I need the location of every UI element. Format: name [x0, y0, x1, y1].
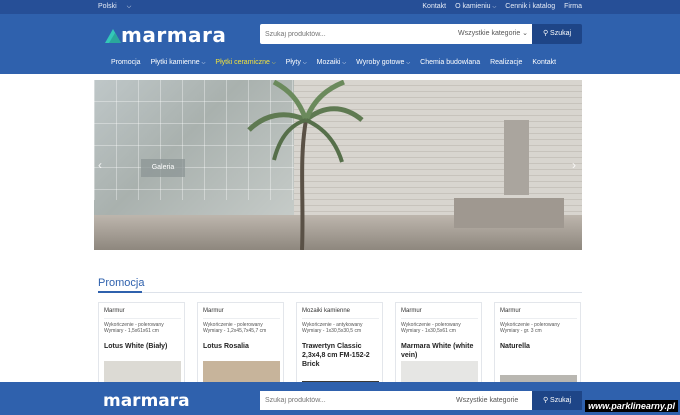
top-link-firma[interactable]: Firma — [564, 3, 582, 10]
product-spec: Wykończenie - polerowany Wymiary - gr. 3 … — [500, 322, 560, 334]
top-links: Kontakt O kamieniu ⌵ Cennik i katalog Fi… — [422, 3, 582, 10]
sticky-header: marmara Wszystkie kategorie ⚲ Szukaj — [0, 382, 680, 415]
product-spec: Wykończenie - polerowany Wymiary - 1,2x45… — [203, 322, 266, 334]
product-kind: Marmur — [500, 308, 521, 314]
section-divider-accent — [98, 291, 142, 293]
top-link-o-kamieniu[interactable]: O kamieniu ⌵ — [455, 3, 496, 10]
language-selector[interactable]: Polski ⌵ — [98, 3, 131, 11]
chevron-down-icon: ⌵ — [342, 60, 347, 66]
language-label: Polski — [98, 3, 117, 10]
section-divider — [98, 291, 582, 293]
card-divider — [500, 318, 577, 319]
nav-item-realizacje[interactable]: Realizacje — [485, 59, 527, 66]
category-select[interactable]: Wszystkie kategorie ⌄ — [450, 24, 532, 44]
search-button-label: Szukaj — [550, 30, 572, 37]
slider-prev-icon[interactable]: ‹ — [98, 158, 102, 172]
product-size: Wymiary - 1x30,5x30,5 cm — [302, 328, 362, 334]
header: marmara Wszystkie kategorie ⌄ ⚲ Szukaj P… — [0, 14, 680, 74]
nav-item-chemia-budowlana[interactable]: Chemia budowlana — [415, 59, 485, 66]
main-nav: Promocja Płytki kamienne ⌵ Płytki ceramic… — [106, 59, 561, 66]
nav-item-label: Mozaiki — [316, 59, 341, 66]
product-size: Wymiary - gr. 3 cm — [500, 328, 542, 334]
product-kind: Marmur — [104, 308, 125, 314]
watermark: www.parklinearny.pl — [585, 400, 678, 412]
product-name[interactable]: Naturella — [500, 342, 580, 351]
hero-image-counter — [454, 198, 564, 228]
product-name[interactable]: Lotus White (Biały) — [104, 342, 184, 351]
chevron-down-icon: ⌵ — [492, 4, 497, 10]
section-title-promocja: Promocja — [98, 277, 145, 289]
chevron-down-icon: ⌵ — [302, 60, 307, 66]
search-button[interactable]: ⚲ Szukaj — [532, 24, 582, 44]
chevron-down-icon: ⌵ — [126, 4, 132, 10]
nav-item-wyroby-gotowe[interactable]: Wyroby gotowe ⌵ — [351, 59, 415, 66]
product-kind: Marmur — [203, 308, 224, 314]
nav-item-label: Płytki kamienne — [150, 59, 200, 66]
chevron-down-icon: ⌄ — [522, 30, 528, 37]
card-divider — [401, 318, 478, 319]
nav-item-label: Płyty — [285, 59, 301, 66]
nav-item-promocja[interactable]: Promocja — [106, 59, 146, 66]
nav-item-plyty[interactable]: Płyty ⌵ — [281, 59, 312, 66]
product-kind: Mozaiki kamienne — [302, 308, 351, 314]
product-kind: Marmur — [401, 308, 422, 314]
nav-item-plytki-kamienne[interactable]: Płytki kamienne ⌵ — [146, 59, 211, 66]
nav-item-kontakt[interactable]: Kontakt — [527, 59, 561, 66]
card-divider — [104, 318, 181, 319]
nav-item-label: Wyroby gotowe — [356, 59, 405, 66]
hero-image-door — [504, 120, 529, 195]
card-divider — [203, 318, 280, 319]
product-size: Wymiary - 1,5x61x61 cm — [104, 328, 159, 334]
sticky-search-button-label: Szukaj — [550, 397, 572, 404]
product-spec: Wykończenie - antykowany Wymiary - 1x30,5… — [302, 322, 363, 334]
slide-caption[interactable]: Galeria — [141, 159, 185, 177]
chevron-down-icon: ⌵ — [201, 60, 206, 66]
product-name[interactable]: Trawertyn Classic 2,3x4,8 cm FM-152-2 Br… — [302, 342, 382, 369]
page: Polski ⌵ Kontakt O kamieniu ⌵ Cennik i ka… — [0, 0, 680, 415]
sticky-search-box: Wszystkie kategorie — [260, 391, 532, 410]
product-size: Wymiary - 1x30,5x61 cm — [401, 328, 456, 334]
top-link-kontakt[interactable]: Kontakt — [422, 3, 446, 10]
palm-tree-image — [247, 80, 364, 250]
logo[interactable]: marmara — [103, 23, 226, 47]
product-spec: Wykończenie - polerowany Wymiary - 1,5x61… — [104, 322, 164, 334]
product-spec: Wykończenie - polerowany Wymiary - 1x30,5… — [401, 322, 461, 334]
product-name[interactable]: Lotus Rosalia — [203, 342, 283, 351]
product-name[interactable]: Marmara White (white vein) — [401, 342, 481, 360]
search-input[interactable] — [260, 24, 450, 44]
nav-item-label: Płytki ceramiczne — [215, 59, 270, 66]
sticky-logo-text[interactable]: marmara — [103, 391, 190, 411]
chevron-down-icon: ⌵ — [406, 60, 411, 66]
top-bar: Polski ⌵ Kontakt O kamieniu ⌵ Cennik i ka… — [0, 0, 680, 14]
logo-mark-icon — [105, 29, 121, 43]
hero-slider[interactable]: ‹ › Galeria — [94, 80, 582, 250]
chevron-down-icon: ⌵ — [271, 60, 276, 66]
nav-item-plytki-ceramiczne[interactable]: Płytki ceramiczne ⌵ — [210, 59, 280, 66]
top-link-cennik[interactable]: Cennik i katalog — [505, 3, 555, 10]
slider-next-icon[interactable]: › — [572, 158, 576, 172]
sticky-category-select[interactable]: Wszystkie kategorie — [456, 391, 518, 410]
search-box: Wszystkie kategorie ⌄ — [260, 24, 532, 44]
search-icon: ⚲ — [542, 30, 549, 37]
logo-text: marmara — [121, 23, 227, 47]
sticky-search-button[interactable]: ⚲ Szukaj — [532, 391, 582, 410]
sticky-search-input[interactable] — [260, 391, 450, 410]
product-size: Wymiary - 1,2x45,7x45,7 cm — [203, 328, 267, 334]
top-link-o-kamieniu-label: O kamieniu — [455, 3, 491, 10]
search-icon: ⚲ — [542, 397, 549, 404]
nav-item-mozaiki[interactable]: Mozaiki ⌵ — [312, 59, 352, 66]
category-select-label: Wszystkie kategorie — [458, 30, 521, 37]
card-divider — [302, 318, 379, 319]
